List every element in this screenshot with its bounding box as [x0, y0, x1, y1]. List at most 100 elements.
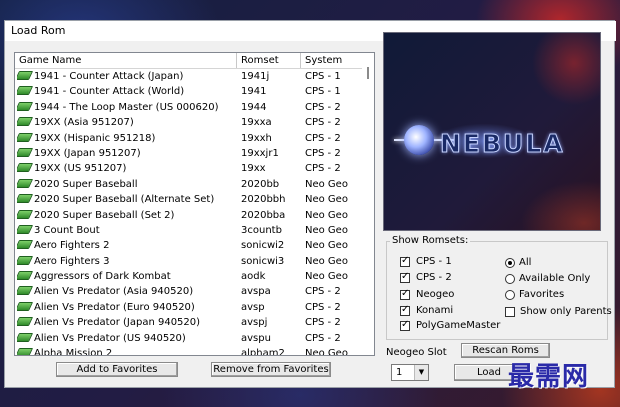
pgm-checkbox[interactable]	[400, 319, 410, 331]
filter-available-label: Available Only	[519, 273, 591, 284]
remove-from-favorites-button[interactable]: Remove from Favorites	[211, 362, 331, 377]
table-row[interactable]: 19XX (Asia 951207) 19xxa CPS - 2	[15, 115, 363, 130]
column-header-game-name[interactable]: Game Name	[15, 53, 237, 68]
system-cell: CPS - 2	[305, 132, 341, 144]
game-name-cell: 19XX (Hispanic 951218)	[17, 131, 235, 146]
table-row[interactable]: 2020 Super Baseball 2020bb Neo Geo	[15, 177, 363, 192]
cps1-checkbox[interactable]	[400, 255, 410, 267]
game-name-text: Alien Vs Predator (Euro 940520)	[34, 301, 195, 313]
game-name-text: Aero Fighters 3	[34, 255, 110, 267]
list-rows: 1941 - Counter Attack (Japan) 1941j CPS - …	[15, 69, 363, 356]
game-name-cell: 19XX (US 951207)	[17, 161, 235, 176]
game-name-cell: Alien Vs Predator (Euro 940520)	[17, 300, 235, 315]
konami-checkbox[interactable]	[400, 304, 410, 316]
table-row[interactable]: Aggressors of Dark Kombat aodk Neo Geo	[15, 269, 363, 284]
filter-favorites-radio[interactable]	[505, 290, 515, 300]
rom-chip-icon	[17, 132, 34, 142]
list-header: Game Name Romset System	[15, 53, 363, 69]
system-cell: CPS - 2	[305, 332, 341, 344]
system-cell: Neo Geo	[305, 240, 348, 252]
game-name-text: 1944 - The Loop Master (US 000620)	[34, 101, 219, 113]
romset-cell: sonicwi2	[241, 240, 285, 252]
table-row[interactable]: 1941 - Counter Attack (World) 1941 CPS - 1	[15, 84, 363, 99]
table-row[interactable]: 2020 Super Baseball (Alternate Set) 2020b…	[15, 192, 363, 207]
rom-chip-icon	[17, 209, 34, 219]
game-name-cell: 2020 Super Baseball	[17, 177, 235, 192]
table-row[interactable]: Alien Vs Predator (Asia 940520) avspa CPS …	[15, 284, 363, 299]
romset-cell: 19xx	[241, 163, 266, 175]
neogeo-slot-select[interactable]: 1 ▼	[391, 364, 429, 381]
table-row[interactable]: Aero Fighters 3 sonicwi3 Neo Geo	[15, 254, 363, 269]
game-name-cell: 1941 - Counter Attack (Japan)	[17, 69, 235, 84]
table-row[interactable]: 19XX (Hispanic 951218) 19xxh CPS - 2	[15, 131, 363, 146]
system-cell: Neo Geo	[305, 255, 348, 267]
add-to-favorites-button[interactable]: Add to Favorites	[56, 362, 178, 377]
table-row[interactable]: 3 Count Bout 3countb Neo Geo	[15, 223, 363, 238]
neogeo-label: Neogeo	[416, 289, 455, 300]
game-name-text: 19XX (Hispanic 951218)	[34, 132, 156, 144]
column-header-system[interactable]: System	[301, 53, 363, 68]
game-name-text: Alien Vs Predator (US 940520)	[34, 332, 186, 344]
neogeo-checkbox[interactable]	[400, 288, 410, 300]
table-row[interactable]: 19XX (Japan 951207) 19xxjr1 CPS - 2	[15, 146, 363, 161]
list-scrollbar[interactable]	[362, 53, 374, 355]
rom-chip-icon	[17, 163, 34, 173]
romset-cell: 1941	[241, 86, 267, 98]
romset-cell: 19xxa	[241, 117, 272, 129]
cps2-checkbox[interactable]	[400, 271, 410, 283]
column-header-romset[interactable]: Romset	[237, 53, 301, 68]
nebula-logo: NEBULA	[383, 32, 601, 231]
table-row[interactable]: 1944 - The Loop Master (US 000620) 1944 CP…	[15, 100, 363, 115]
scrollbar-thumb[interactable]	[367, 67, 369, 79]
system-cell: CPS - 2	[305, 301, 341, 313]
rom-chip-icon	[17, 255, 34, 265]
filter-all-radio[interactable]	[505, 258, 515, 268]
show-only-parents-checkbox[interactable]	[505, 307, 515, 317]
rom-chip-icon	[17, 332, 34, 342]
chevron-down-icon[interactable]: ▼	[414, 365, 428, 380]
romset-cell: avspj	[241, 317, 268, 329]
romset-cell: avsp	[241, 301, 265, 313]
window-title: Load Rom	[11, 24, 66, 37]
system-cell: CPS - 2	[305, 286, 341, 298]
game-name-text: Alien Vs Predator (Asia 940520)	[34, 286, 194, 298]
rom-chip-icon	[17, 224, 34, 234]
game-list[interactable]: Game Name Romset System 1941 - Counter A…	[14, 52, 375, 356]
filter-available-radio[interactable]	[505, 274, 515, 284]
rom-chip-icon	[17, 147, 34, 157]
game-name-cell: Alpha Mission 2	[17, 346, 235, 355]
game-name-text: 1941 - Counter Attack (World)	[34, 86, 185, 98]
table-row[interactable]: Alien Vs Predator (Euro 940520) avsp CPS -…	[15, 300, 363, 315]
game-name-cell: 3 Count Bout	[17, 223, 235, 238]
show-only-parents-label: Show only Parents	[520, 306, 612, 317]
game-name-text: Aero Fighters 2	[34, 240, 110, 252]
table-row[interactable]: 19XX (US 951207) 19xx CPS - 2	[15, 161, 363, 176]
table-row[interactable]: Alien Vs Predator (US 940520) avspu CPS - …	[15, 331, 363, 346]
game-name-cell: 1941 - Counter Attack (World)	[17, 84, 235, 99]
game-name-text: 19XX (Asia 951207)	[34, 117, 134, 129]
neogeo-slot-value: 1	[396, 367, 403, 378]
game-name-cell: Alien Vs Predator (US 940520)	[17, 331, 235, 346]
game-name-cell: Aggressors of Dark Kombat	[17, 269, 235, 284]
pgm-label: PolyGameMaster	[416, 320, 501, 331]
system-cell: CPS - 2	[305, 101, 341, 113]
table-row[interactable]: Alien Vs Predator (Japan 940520) avspj CPS…	[15, 315, 363, 330]
game-name-cell: 1944 - The Loop Master (US 000620)	[17, 100, 235, 115]
table-row[interactable]: Aero Fighters 2 sonicwi2 Neo Geo	[15, 238, 363, 253]
system-cell: CPS - 2	[305, 163, 341, 175]
filter-all-label: All	[519, 257, 532, 268]
game-name-text: Alien Vs Predator (Japan 940520)	[34, 317, 201, 329]
watermark: 最需网	[508, 362, 590, 392]
game-name-text: 2020 Super Baseball (Alternate Set)	[34, 194, 215, 206]
table-row[interactable]: 2020 Super Baseball (Set 2) 2020bba Neo Ge…	[15, 208, 363, 223]
table-row[interactable]: 1941 - Counter Attack (Japan) 1941j CPS - …	[15, 69, 363, 84]
game-name-text: 1941 - Counter Attack (Japan)	[34, 71, 184, 82]
system-cell: Neo Geo	[305, 348, 348, 356]
table-row[interactable]: Alpha Mission 2 alpham2 Neo Geo	[15, 346, 363, 356]
system-cell: CPS - 1	[305, 86, 341, 98]
rom-chip-icon	[17, 101, 34, 111]
rom-chip-icon	[17, 178, 34, 188]
romset-cell: avspu	[241, 332, 271, 344]
game-name-cell: Aero Fighters 2	[17, 238, 235, 253]
game-name-cell: Alien Vs Predator (Asia 940520)	[17, 284, 235, 299]
